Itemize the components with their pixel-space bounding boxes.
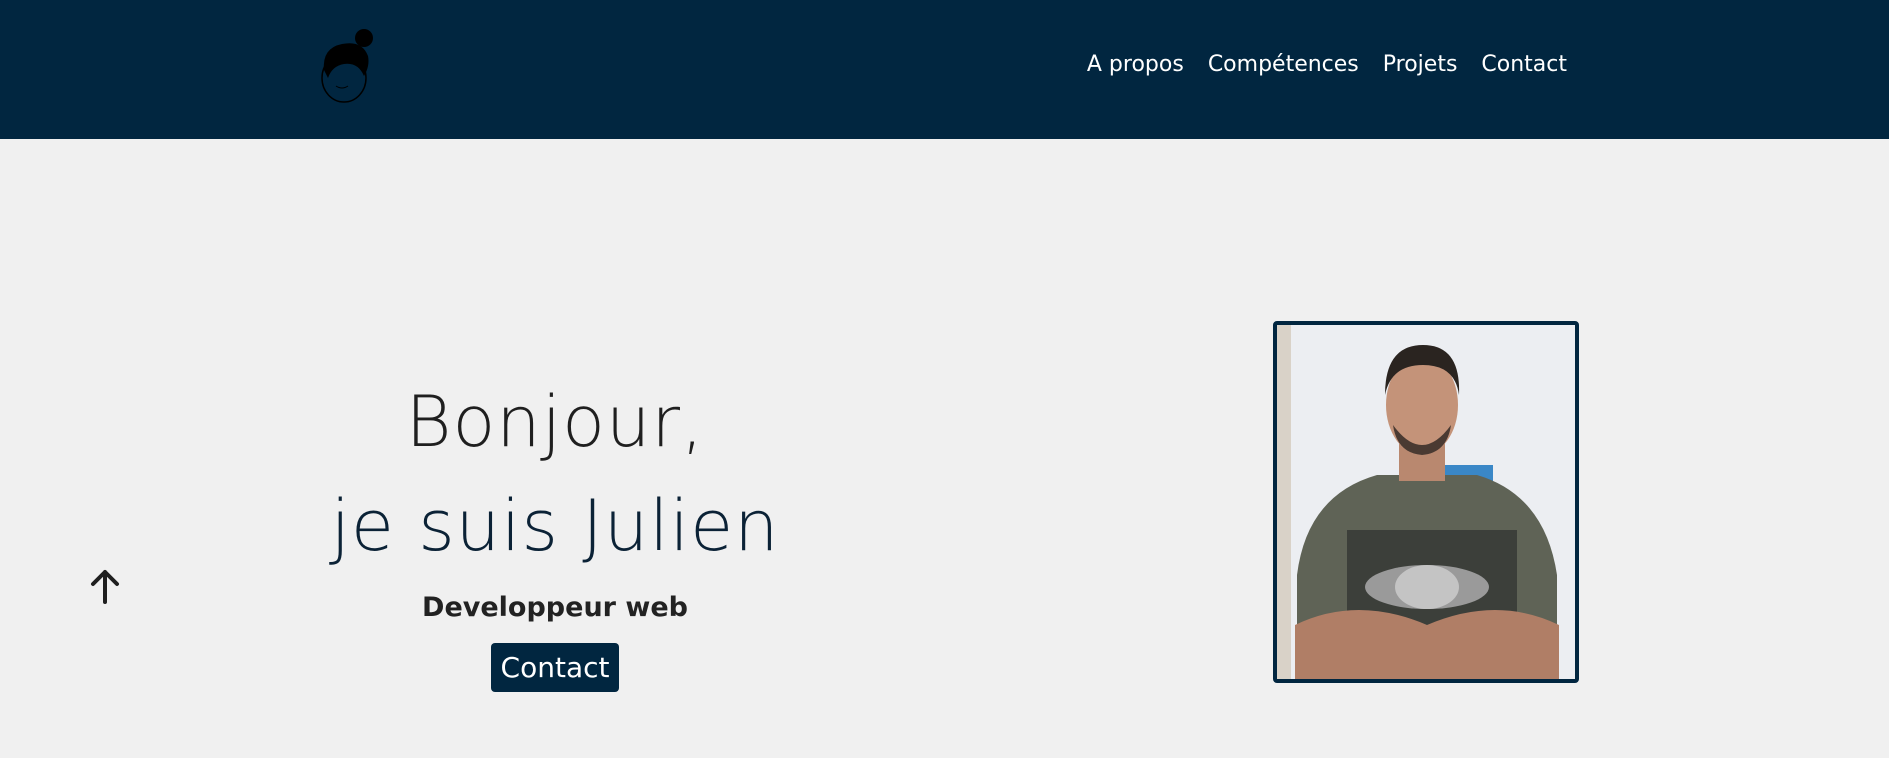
contact-button[interactable]: Contact bbox=[490, 643, 620, 692]
portrait-illustration bbox=[1277, 325, 1575, 679]
site-header: A propos Compétences Projets Contact bbox=[0, 0, 1889, 139]
nav-item-projets[interactable]: Projets bbox=[1383, 52, 1458, 77]
nav-item-contact[interactable]: Contact bbox=[1481, 52, 1567, 77]
nav-item-a-propos[interactable]: A propos bbox=[1087, 52, 1184, 77]
profile-photo bbox=[1273, 321, 1579, 683]
main-nav: A propos Compétences Projets Contact bbox=[1087, 52, 1567, 77]
hero-section: Bonjour, je suis Julien Developpeur web … bbox=[250, 370, 860, 692]
hero-name: je suis Julien bbox=[330, 485, 780, 567]
arrow-up-icon[interactable] bbox=[88, 566, 122, 606]
face-logo-icon[interactable] bbox=[318, 26, 384, 104]
nav-item-competences[interactable]: Compétences bbox=[1208, 52, 1359, 77]
hero-greeting: Bonjour, bbox=[405, 381, 705, 463]
hero-subtitle: Developpeur web bbox=[422, 592, 688, 623]
